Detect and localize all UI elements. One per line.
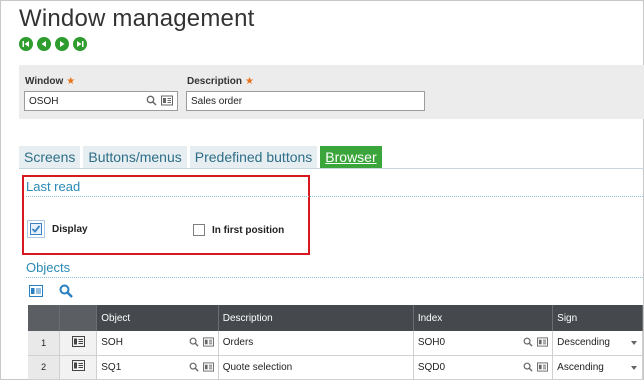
search-icon[interactable] — [523, 362, 533, 372]
row-number: 2 — [28, 355, 61, 380]
row-number-header — [28, 305, 61, 331]
row-detail-cell[interactable] — [59, 355, 98, 380]
first-position-checkbox-row[interactable]: In first position — [193, 224, 284, 236]
detail-card-icon[interactable] — [161, 95, 173, 106]
display-checkbox[interactable] — [30, 223, 42, 235]
tab-bar: Screens Buttons/menus Predefined buttons… — [19, 146, 382, 168]
grid-toolbar — [29, 284, 73, 298]
previous-record-icon[interactable] — [37, 37, 51, 51]
window-code-input[interactable]: OSOH — [24, 91, 178, 111]
record-navigation — [19, 37, 87, 51]
column-header-object[interactable]: Object — [96, 305, 219, 331]
next-record-icon[interactable] — [55, 37, 69, 51]
checkmark-icon — [31, 225, 41, 233]
index-cell[interactable]: SOH0 — [413, 331, 554, 356]
column-header-description[interactable]: Description — [218, 305, 414, 331]
search-icon[interactable] — [523, 337, 533, 347]
detail-card-icon[interactable] — [537, 361, 549, 372]
detail-card-icon[interactable] — [202, 361, 214, 372]
sign-select[interactable]: Descending — [552, 331, 643, 356]
column-header-index[interactable]: Index — [413, 305, 554, 331]
detail-card-icon[interactable] — [202, 337, 214, 347]
display-checkbox-row[interactable]: Display — [27, 220, 88, 238]
tab-predefined-buttons[interactable]: Predefined buttons — [189, 146, 318, 168]
grid-detail-icon[interactable] — [29, 285, 43, 297]
window-field-label: Window ★ — [25, 76, 76, 87]
description-cell[interactable]: Quote selection — [218, 355, 414, 380]
section-divider — [26, 277, 644, 278]
tab-screens[interactable]: Screens — [19, 146, 81, 168]
last-read-section-title: Last read — [26, 179, 81, 194]
last-record-icon[interactable] — [73, 37, 87, 51]
sign-select[interactable]: Ascending — [552, 355, 643, 380]
first-position-label: In first position — [212, 224, 285, 236]
description-cell[interactable]: Orders — [218, 331, 414, 356]
search-icon[interactable] — [146, 95, 157, 106]
row-detail-icon[interactable] — [71, 360, 85, 371]
page-title: Window management — [19, 5, 255, 32]
row-detail-cell[interactable] — [59, 331, 98, 356]
object-cell[interactable]: SQ1 — [96, 355, 219, 380]
display-checkbox-frame — [27, 220, 45, 238]
search-icon[interactable] — [59, 284, 73, 298]
first-record-icon[interactable] — [19, 37, 33, 51]
objects-table: Object Description Index Sign 1 SOH Orde… — [28, 305, 643, 380]
first-position-checkbox[interactable] — [193, 224, 205, 236]
index-cell[interactable]: SQD0 — [413, 355, 554, 380]
object-cell[interactable]: SOH — [96, 331, 219, 356]
description-input[interactable]: Sales order — [186, 91, 425, 111]
section-divider — [26, 196, 644, 197]
display-label: Display — [52, 223, 88, 235]
tab-browser[interactable]: Browser — [320, 146, 382, 168]
column-header-sign[interactable]: Sign — [552, 305, 643, 331]
table-row[interactable]: 1 SOH Orders SOH0 Descending — [28, 331, 643, 356]
chevron-down-icon[interactable] — [631, 341, 637, 345]
required-marker: ★ — [245, 76, 254, 87]
objects-section-title: Objects — [26, 260, 71, 275]
description-field-label: Description ★ — [187, 76, 254, 87]
search-icon[interactable] — [189, 337, 199, 347]
detail-card-icon[interactable] — [537, 337, 549, 347]
row-detail-icon[interactable] — [71, 335, 85, 347]
row-action-header — [59, 305, 98, 331]
tab-buttons-menus[interactable]: Buttons/menus — [83, 146, 187, 168]
tab-divider — [19, 168, 644, 169]
search-icon[interactable] — [189, 362, 199, 372]
row-number: 1 — [28, 331, 61, 356]
table-row[interactable]: 2 SQ1 Quote selection SQD0 Ascending — [28, 355, 643, 380]
chevron-down-icon[interactable] — [631, 365, 637, 370]
table-header-row: Object Description Index Sign — [28, 305, 643, 331]
required-marker: ★ — [66, 76, 76, 87]
